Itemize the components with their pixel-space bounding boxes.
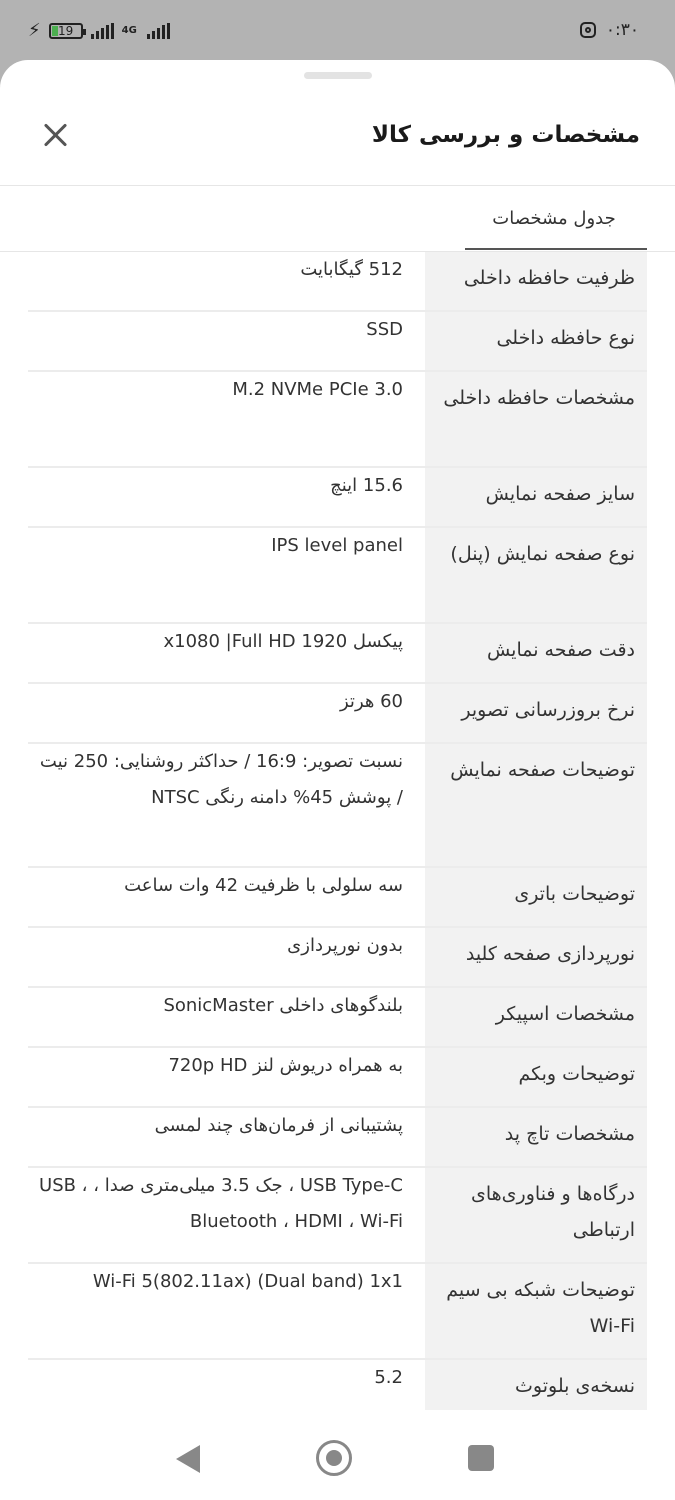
bottom-sheet: مشخصات و بررسی کالا جدول مشخصات ظرفیت حا… <box>0 60 675 1500</box>
instagram-icon <box>579 22 596 38</box>
spec-row: مشخصات تاچ پد پشتیبانی از فرمان‌های چند ل… <box>28 1108 647 1168</box>
spec-value: پیکسل 1920 x1080 |Full HD <box>163 631 404 652</box>
spec-key: دقت صفحه نمایش <box>425 624 647 682</box>
spec-row: توضیحات صفحه نمایش نسبت تصویر: 16:9 / حدا… <box>28 744 647 868</box>
spec-row: توضیحات باتری سه سلولی با ظرفیت 42 وات سا… <box>28 868 647 928</box>
spec-value: 512 گیگابایت <box>300 259 403 280</box>
spec-row: مشخصات اسپیکر بلندگوهای داخلی SonicMaster <box>28 988 647 1048</box>
sheet-header: مشخصات و بررسی کالا <box>0 100 675 186</box>
back-icon[interactable] <box>176 1445 200 1473</box>
spec-value: نسبت تصویر: 16:9 / حداکثر روشنایی: 250 ن… <box>39 751 403 808</box>
spec-value: SSD <box>366 319 403 340</box>
header-divider <box>0 185 675 186</box>
spec-value: USB Type-C ، جک 3.5 میلی‌متری صدا ، USB … <box>39 1175 403 1232</box>
spec-key: مشخصات اسپیکر <box>425 988 647 1046</box>
spec-key: توضیحات باتری <box>425 868 647 926</box>
spec-value: 60 هرتز <box>340 691 403 712</box>
spec-value: به همراه دریوش لنز 720p HD <box>168 1055 403 1076</box>
clock: ۰:۳۰ <box>605 20 639 40</box>
signal-icon-2 <box>146 22 170 39</box>
spec-row: سایز صفحه نمایش 15.6 اینچ <box>28 468 647 528</box>
spec-row: توضیحات وبکم به همراه دریوش لنز 720p HD <box>28 1048 647 1108</box>
spec-key: مشخصات تاچ پد <box>425 1108 647 1166</box>
spec-row: نورپردازی صفحه کلید بدون نورپردازی <box>28 928 647 988</box>
spec-row: دقت صفحه نمایش پیکسل 1920 x1080 |Full HD <box>28 624 647 684</box>
recent-apps-icon[interactable] <box>468 1445 494 1471</box>
tab-specs-table[interactable]: جدول مشخصات <box>463 208 645 250</box>
status-right: ۰:۳۰ <box>579 20 639 40</box>
spec-key: مشخصات حافظه داخلی <box>425 372 647 466</box>
sheet-title: مشخصات و بررسی کالا <box>371 122 640 148</box>
close-icon[interactable] <box>38 118 72 152</box>
spec-key: توضیحات صفحه نمایش <box>425 744 647 866</box>
spec-value: IPS level panel <box>271 535 403 556</box>
spec-row: درگاه‌ها و فناوری‌های ارتباطی USB Type-C … <box>28 1168 647 1264</box>
spec-value: M.2 NVMe PCIe 3.0 <box>232 379 403 400</box>
spec-key: نوع صفحه نمایش (پنل) <box>425 528 647 622</box>
spec-key: توضیحات شبکه بی سیم Wi-Fi <box>425 1264 647 1358</box>
spec-key: ظرفیت حافظه داخلی <box>425 252 647 310</box>
signal-icon <box>90 22 114 39</box>
spec-row: نرخ بروزرسانی تصویر 60 هرتز <box>28 684 647 744</box>
spec-value: پشتیبانی از فرمان‌های چند لمسی <box>154 1115 403 1136</box>
spec-value: سه سلولی با ظرفیت 42 وات ساعت <box>124 875 403 896</box>
spec-key: سایز صفحه نمایش <box>425 468 647 526</box>
status-bar: ⚡ 19 4G ۰:۳۰ <box>0 0 675 62</box>
network-type: 4G <box>121 24 137 36</box>
spec-row: مشخصات حافظه داخلی M.2 NVMe PCIe 3.0 <box>28 372 647 468</box>
spec-key: نرخ بروزرسانی تصویر <box>425 684 647 742</box>
charging-icon: ⚡ <box>28 20 41 41</box>
spec-key: نوع حافظه داخلی <box>425 312 647 370</box>
drag-handle[interactable] <box>304 72 372 79</box>
spec-value: 15.6 اینچ <box>330 475 403 496</box>
tab-indicator <box>465 248 647 250</box>
spec-row: توضیحات شبکه بی سیم Wi-Fi Wi-Fi 5(802.11a… <box>28 1264 647 1360</box>
spec-row: نوع حافظه داخلی SSD <box>28 312 647 372</box>
spec-key: نورپردازی صفحه کلید <box>425 928 647 986</box>
navigation-bar <box>0 1410 675 1500</box>
spec-row: ظرفیت حافظه داخلی 512 گیگابایت <box>28 252 647 312</box>
home-icon[interactable] <box>316 1440 352 1476</box>
battery-level: 19 <box>58 23 74 38</box>
spec-key: درگاه‌ها و فناوری‌های ارتباطی <box>425 1168 647 1262</box>
spec-value: بدون نورپردازی <box>287 935 403 956</box>
battery-icon: 19 <box>48 22 86 39</box>
spec-value: Wi-Fi 5(802.11ax) (Dual band) 1x1 <box>92 1271 403 1292</box>
spec-key: توضیحات وبکم <box>425 1048 647 1106</box>
specs-table: ظرفیت حافظه داخلی 512 گیگابایت نوع حافظه د… <box>28 252 647 1420</box>
status-left: ⚡ 19 4G <box>28 20 170 41</box>
spec-value: بلندگوهای داخلی SonicMaster <box>163 995 403 1016</box>
spec-row: نوع صفحه نمایش (پنل) IPS level panel <box>28 528 647 624</box>
